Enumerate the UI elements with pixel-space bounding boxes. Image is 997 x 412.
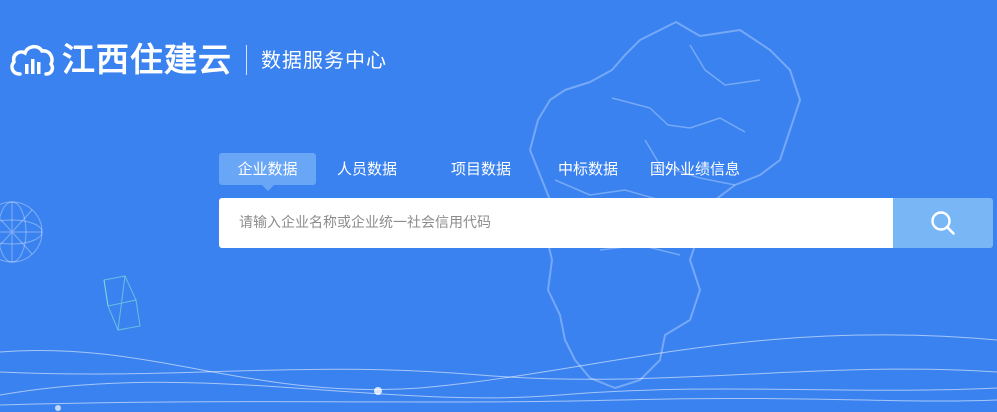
site-logo[interactable]: 江西住建云 数据服务中心 bbox=[8, 38, 387, 82]
wireframe-cube bbox=[103, 275, 141, 331]
brand-title: 江西住建云 bbox=[62, 40, 232, 79]
title-divider bbox=[246, 45, 247, 75]
search-button[interactable] bbox=[893, 198, 993, 248]
search-input[interactable] bbox=[219, 198, 893, 248]
search-icon bbox=[931, 211, 955, 235]
tab-project[interactable]: 项目数据 bbox=[441, 153, 521, 185]
tab-enterprise[interactable]: 企业数据 bbox=[219, 153, 316, 191]
wave-dot bbox=[55, 405, 61, 411]
wave-lines bbox=[0, 334, 997, 406]
tab-overseas-performance[interactable]: 国外业绩信息 bbox=[643, 153, 747, 185]
mesh-sphere bbox=[0, 201, 43, 263]
tab-personnel[interactable]: 人员数据 bbox=[327, 153, 407, 185]
wave-dot bbox=[374, 387, 382, 395]
search-bar bbox=[219, 198, 993, 248]
tab-bid[interactable]: 中标数据 bbox=[548, 153, 628, 185]
cloud-chart-icon bbox=[10, 44, 55, 76]
page-subtitle: 数据服务中心 bbox=[261, 48, 387, 72]
